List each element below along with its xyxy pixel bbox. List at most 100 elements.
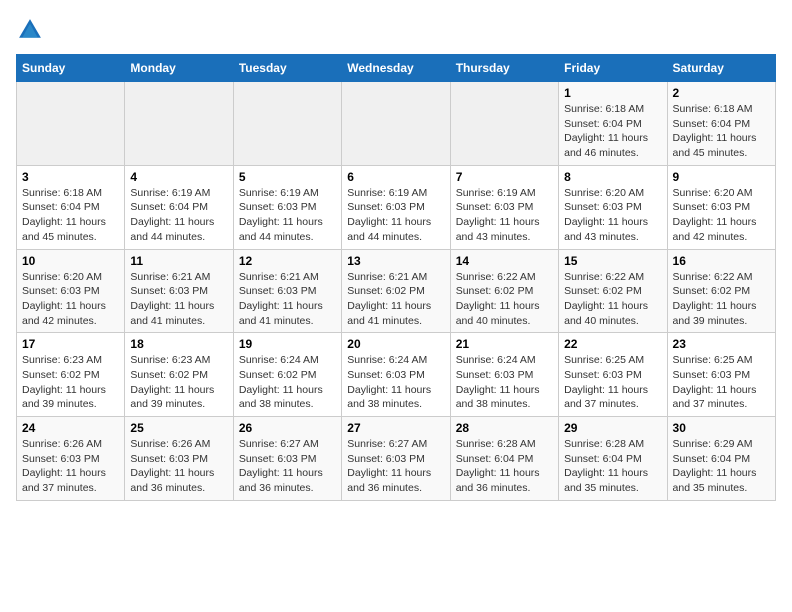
day-number: 3 [22,170,119,184]
weekday-header-wednesday: Wednesday [342,55,450,82]
day-info: Sunrise: 6:18 AM Sunset: 6:04 PM Dayligh… [22,186,119,245]
calendar-cell: 4 Sunrise: 6:19 AM Sunset: 6:04 PM Daylig… [125,165,233,249]
day-info: Sunrise: 6:18 AM Sunset: 6:04 PM Dayligh… [564,102,661,161]
calendar-cell: 6 Sunrise: 6:19 AM Sunset: 6:03 PM Daylig… [342,165,450,249]
weekday-header-thursday: Thursday [450,55,558,82]
weekday-header-sunday: Sunday [17,55,125,82]
day-number: 22 [564,337,661,351]
day-info: Sunrise: 6:25 AM Sunset: 6:03 PM Dayligh… [564,353,661,412]
day-number: 6 [347,170,444,184]
calendar-cell [233,82,341,166]
calendar-cell: 14 Sunrise: 6:22 AM Sunset: 6:02 PM Dayli… [450,249,558,333]
day-info: Sunrise: 6:24 AM Sunset: 6:03 PM Dayligh… [347,353,444,412]
day-info: Sunrise: 6:23 AM Sunset: 6:02 PM Dayligh… [22,353,119,412]
calendar-cell: 19Sunrise: 6:24 AM Sunset: 6:02 PM Dayli… [233,333,341,417]
day-info: Sunrise: 6:22 AM Sunset: 6:02 PM Dayligh… [673,270,770,329]
day-number: 20 [347,337,444,351]
day-number: 26 [239,421,336,435]
weekday-header-row: SundayMondayTuesdayWednesdayThursdayFrid… [17,55,776,82]
day-info: Sunrise: 6:23 AM Sunset: 6:02 PM Dayligh… [130,353,227,412]
day-number: 13 [347,254,444,268]
calendar-cell: 21Sunrise: 6:24 AM Sunset: 6:03 PM Dayli… [450,333,558,417]
calendar-cell: 27 Sunrise: 6:27 AM Sunset: 6:03 PM Dayli… [342,417,450,501]
day-number: 28 [456,421,553,435]
day-number: 24 [22,421,119,435]
calendar-cell: 7 Sunrise: 6:19 AM Sunset: 6:03 PM Daylig… [450,165,558,249]
calendar-cell: 2Sunrise: 6:18 AM Sunset: 6:04 PM Daylig… [667,82,775,166]
day-info: Sunrise: 6:26 AM Sunset: 6:03 PM Dayligh… [130,437,227,496]
calendar-cell: 17Sunrise: 6:23 AM Sunset: 6:02 PM Dayli… [17,333,125,417]
calendar-cell: 26 Sunrise: 6:27 AM Sunset: 6:03 PM Dayli… [233,417,341,501]
day-number: 15 [564,254,661,268]
day-info: Sunrise: 6:26 AM Sunset: 6:03 PM Dayligh… [22,437,119,496]
day-info: Sunrise: 6:19 AM Sunset: 6:03 PM Dayligh… [239,186,336,245]
weekday-header-tuesday: Tuesday [233,55,341,82]
week-row-4: 17Sunrise: 6:23 AM Sunset: 6:02 PM Dayli… [17,333,776,417]
day-info: Sunrise: 6:28 AM Sunset: 6:04 PM Dayligh… [456,437,553,496]
calendar-cell: 1 Sunrise: 6:18 AM Sunset: 6:04 PM Daylig… [559,82,667,166]
calendar-cell: 12 Sunrise: 6:21 AM Sunset: 6:03 PM Dayli… [233,249,341,333]
day-info: Sunrise: 6:19 AM Sunset: 6:04 PM Dayligh… [130,186,227,245]
day-info: Sunrise: 6:19 AM Sunset: 6:03 PM Dayligh… [456,186,553,245]
calendar-cell [342,82,450,166]
calendar-cell: 11Sunrise: 6:21 AM Sunset: 6:03 PM Dayli… [125,249,233,333]
header [16,16,776,44]
calendar-cell: 16 Sunrise: 6:22 AM Sunset: 6:02 PM Dayli… [667,249,775,333]
logo-icon [16,16,44,44]
day-number: 2 [673,86,770,100]
day-number: 14 [456,254,553,268]
week-row-2: 3 Sunrise: 6:18 AM Sunset: 6:04 PM Daylig… [17,165,776,249]
calendar-table: SundayMondayTuesdayWednesdayThursdayFrid… [16,54,776,501]
day-info: Sunrise: 6:24 AM Sunset: 6:02 PM Dayligh… [239,353,336,412]
day-number: 27 [347,421,444,435]
day-number: 18 [130,337,227,351]
day-info: Sunrise: 6:28 AM Sunset: 6:04 PM Dayligh… [564,437,661,496]
calendar-cell: 9 Sunrise: 6:20 AM Sunset: 6:03 PM Daylig… [667,165,775,249]
day-number: 30 [673,421,770,435]
calendar-cell: 20 Sunrise: 6:24 AM Sunset: 6:03 PM Dayli… [342,333,450,417]
day-number: 9 [673,170,770,184]
day-info: Sunrise: 6:22 AM Sunset: 6:02 PM Dayligh… [564,270,661,329]
calendar-cell [17,82,125,166]
day-info: Sunrise: 6:21 AM Sunset: 6:02 PM Dayligh… [347,270,444,329]
day-info: Sunrise: 6:20 AM Sunset: 6:03 PM Dayligh… [22,270,119,329]
day-number: 8 [564,170,661,184]
day-info: Sunrise: 6:27 AM Sunset: 6:03 PM Dayligh… [239,437,336,496]
day-number: 7 [456,170,553,184]
calendar-cell: 25Sunrise: 6:26 AM Sunset: 6:03 PM Dayli… [125,417,233,501]
day-number: 16 [673,254,770,268]
day-info: Sunrise: 6:25 AM Sunset: 6:03 PM Dayligh… [673,353,770,412]
calendar-cell: 5Sunrise: 6:19 AM Sunset: 6:03 PM Daylig… [233,165,341,249]
week-row-1: 1 Sunrise: 6:18 AM Sunset: 6:04 PM Daylig… [17,82,776,166]
day-number: 23 [673,337,770,351]
calendar-cell: 18 Sunrise: 6:23 AM Sunset: 6:02 PM Dayli… [125,333,233,417]
day-number: 21 [456,337,553,351]
day-number: 12 [239,254,336,268]
day-info: Sunrise: 6:22 AM Sunset: 6:02 PM Dayligh… [456,270,553,329]
day-number: 1 [564,86,661,100]
calendar-cell: 10Sunrise: 6:20 AM Sunset: 6:03 PM Dayli… [17,249,125,333]
day-number: 11 [130,254,227,268]
calendar-cell: 29 Sunrise: 6:28 AM Sunset: 6:04 PM Dayli… [559,417,667,501]
week-row-3: 10Sunrise: 6:20 AM Sunset: 6:03 PM Dayli… [17,249,776,333]
day-info: Sunrise: 6:27 AM Sunset: 6:03 PM Dayligh… [347,437,444,496]
day-info: Sunrise: 6:20 AM Sunset: 6:03 PM Dayligh… [564,186,661,245]
calendar-cell [125,82,233,166]
day-number: 29 [564,421,661,435]
calendar-cell: 13 Sunrise: 6:21 AM Sunset: 6:02 PM Dayli… [342,249,450,333]
day-info: Sunrise: 6:21 AM Sunset: 6:03 PM Dayligh… [239,270,336,329]
day-info: Sunrise: 6:20 AM Sunset: 6:03 PM Dayligh… [673,186,770,245]
logo [16,16,48,44]
weekday-header-friday: Friday [559,55,667,82]
calendar-cell: 3 Sunrise: 6:18 AM Sunset: 6:04 PM Daylig… [17,165,125,249]
day-info: Sunrise: 6:19 AM Sunset: 6:03 PM Dayligh… [347,186,444,245]
calendar-cell: 15 Sunrise: 6:22 AM Sunset: 6:02 PM Dayli… [559,249,667,333]
calendar-cell: 23 Sunrise: 6:25 AM Sunset: 6:03 PM Dayli… [667,333,775,417]
day-info: Sunrise: 6:29 AM Sunset: 6:04 PM Dayligh… [673,437,770,496]
calendar-cell: 24 Sunrise: 6:26 AM Sunset: 6:03 PM Dayli… [17,417,125,501]
day-number: 4 [130,170,227,184]
calendar-cell: 22 Sunrise: 6:25 AM Sunset: 6:03 PM Dayli… [559,333,667,417]
calendar-cell: 30 Sunrise: 6:29 AM Sunset: 6:04 PM Dayli… [667,417,775,501]
calendar-cell: 8 Sunrise: 6:20 AM Sunset: 6:03 PM Daylig… [559,165,667,249]
calendar-cell [450,82,558,166]
